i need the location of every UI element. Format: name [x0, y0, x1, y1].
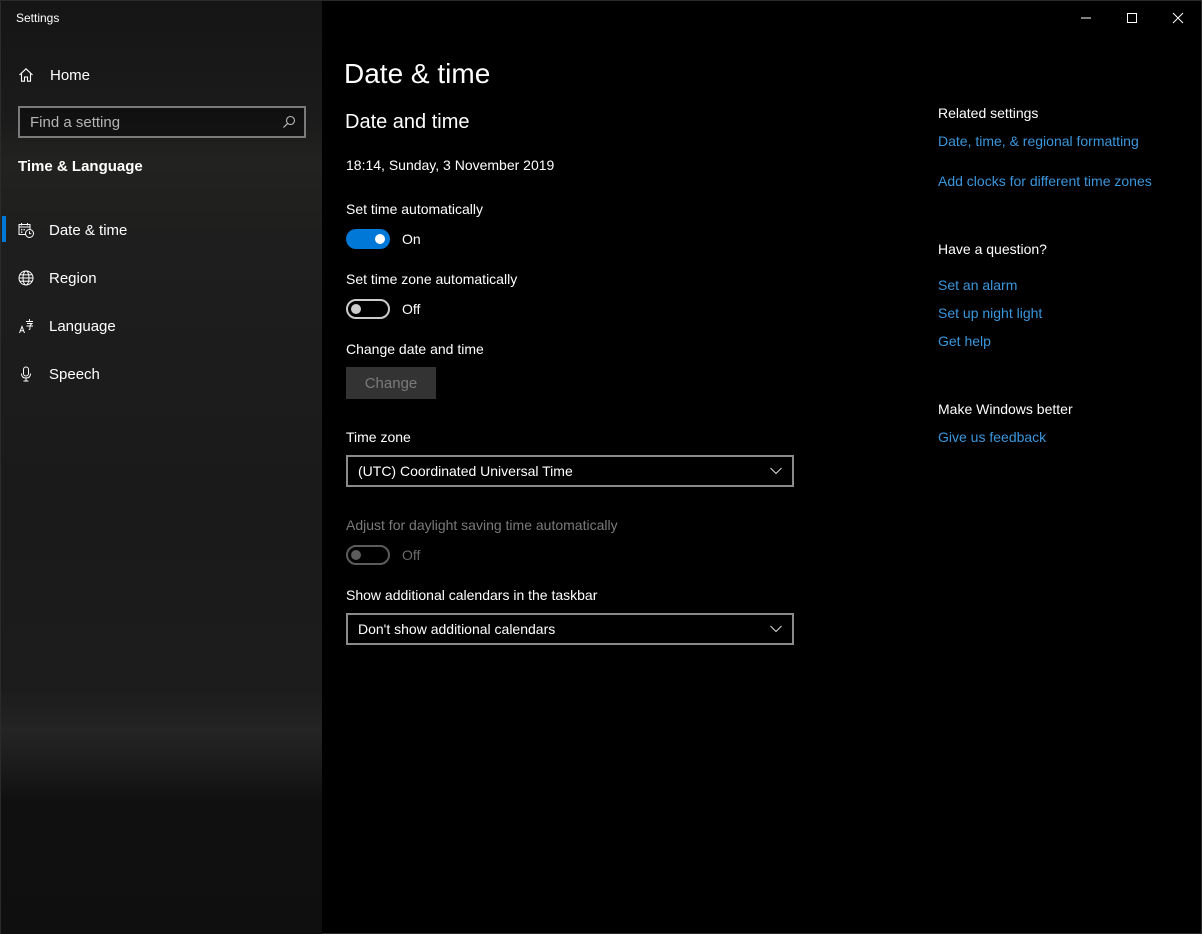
chevron-down-icon	[770, 467, 782, 475]
time-zone-label: Time zone	[346, 429, 411, 445]
sidebar-item-speech[interactable]: Speech	[1, 350, 322, 398]
chevron-down-icon	[770, 625, 782, 633]
additional-calendars-value: Don't show additional calendars	[358, 621, 556, 637]
change-datetime-label: Change date and time	[346, 341, 484, 357]
regional-formatting-link[interactable]: Date, time, & regional formatting	[938, 133, 1139, 149]
toggle-state-text: Off	[402, 301, 421, 317]
window-controls	[1063, 1, 1201, 35]
set-time-auto-label: Set time automatically	[346, 201, 483, 217]
minimize-button[interactable]	[1063, 1, 1109, 35]
toggle-knob	[351, 550, 361, 560]
sidebar-item-label: Language	[49, 317, 116, 335]
set-timezone-auto-label: Set time zone automatically	[346, 271, 518, 287]
daylight-saving-row: Off	[346, 545, 420, 565]
time-zone-value: (UTC) Coordinated Universal Time	[358, 463, 573, 479]
sidebar-section-title: Time & Language	[18, 158, 143, 175]
time-zone-dropdown[interactable]: (UTC) Coordinated Universal Time	[346, 455, 794, 487]
settings-window: Settings Home Time & Language	[0, 0, 1202, 934]
home-label: Home	[50, 66, 91, 84]
close-icon	[1172, 12, 1184, 24]
set-alarm-link[interactable]: Set an alarm	[938, 277, 1017, 293]
app-title: Settings	[16, 11, 60, 25]
sidebar: Settings Home Time & Language	[1, 1, 322, 934]
related-settings-heading: Related settings	[938, 105, 1039, 121]
search-icon[interactable]	[282, 115, 296, 129]
current-datetime: 18:14, Sunday, 3 November 2019	[346, 157, 555, 173]
calendar-clock-icon	[18, 222, 34, 238]
language-icon	[18, 318, 34, 334]
sidebar-item-label: Speech	[49, 365, 100, 383]
toggle-state-text: On	[402, 231, 421, 247]
night-light-link[interactable]: Set up night light	[938, 305, 1042, 321]
get-help-link[interactable]: Get help	[938, 333, 991, 349]
minimize-icon	[1081, 17, 1091, 19]
additional-calendars-dropdown[interactable]: Don't show additional calendars	[346, 613, 794, 645]
set-timezone-auto-toggle[interactable]	[346, 299, 390, 319]
toggle-knob	[375, 234, 385, 244]
search-box[interactable]	[18, 106, 306, 138]
change-button[interactable]: Change	[346, 367, 436, 399]
sidebar-item-language[interactable]: Language	[1, 302, 322, 350]
add-clocks-link[interactable]: Add clocks for different time zones	[938, 173, 1152, 189]
maximize-icon	[1127, 13, 1137, 23]
daylight-saving-toggle[interactable]	[346, 545, 390, 565]
additional-calendars-label: Show additional calendars in the taskbar	[346, 587, 598, 603]
toggle-knob	[351, 304, 361, 314]
set-time-auto-row: On	[346, 229, 421, 249]
sidebar-item-label: Date & time	[49, 221, 128, 239]
home-nav-item[interactable]: Home	[18, 61, 90, 89]
section-title: Date and time	[345, 111, 470, 133]
globe-icon	[18, 270, 34, 286]
search-input[interactable]	[30, 113, 282, 131]
sidebar-item-label: Region	[49, 269, 97, 287]
toggle-state-text: Off	[402, 547, 421, 563]
question-heading: Have a question?	[938, 241, 1047, 257]
maximize-button[interactable]	[1109, 1, 1155, 35]
home-icon	[19, 68, 33, 82]
sidebar-item-date-time[interactable]: Date & time	[1, 206, 322, 254]
sidebar-nav: Date & time Region Language Speech	[1, 206, 322, 398]
set-time-auto-toggle[interactable]	[346, 229, 390, 249]
feedback-link[interactable]: Give us feedback	[938, 429, 1046, 445]
page-title: Date & time	[344, 58, 491, 89]
feedback-heading: Make Windows better	[938, 401, 1073, 417]
set-timezone-auto-row: Off	[346, 299, 420, 319]
microphone-icon	[18, 366, 34, 382]
daylight-saving-label: Adjust for daylight saving time automati…	[346, 517, 618, 533]
close-button[interactable]	[1155, 1, 1201, 35]
sidebar-item-region[interactable]: Region	[1, 254, 322, 302]
